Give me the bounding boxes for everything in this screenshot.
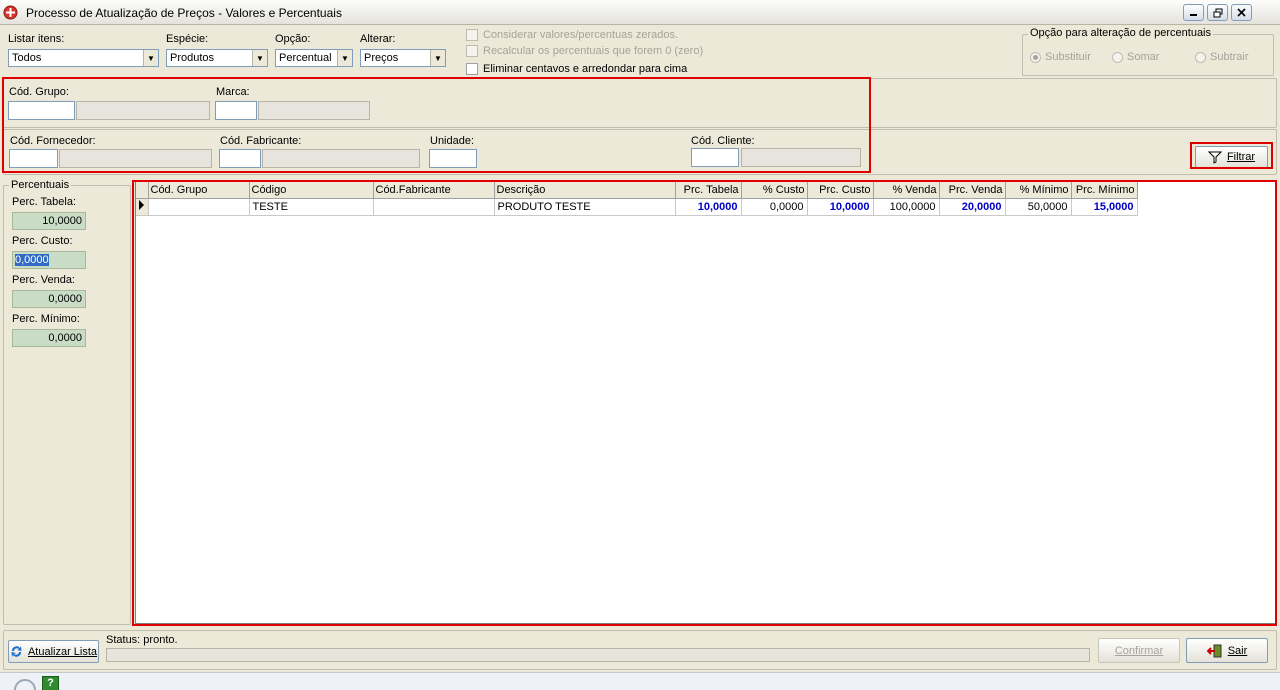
perc-venda-input[interactable]: 0,0000 — [12, 290, 86, 308]
checkbox-box — [466, 29, 478, 41]
perc-custo-value: 0,0000 — [15, 254, 49, 266]
especie-value: Produtos — [170, 52, 215, 64]
circle-icon — [14, 679, 36, 690]
radio-somar[interactable]: Somar — [1112, 51, 1159, 63]
chevron-down-icon: ▼ — [252, 50, 267, 66]
close-icon — [1237, 8, 1246, 17]
opcao-select[interactable]: Percentual ▼ — [275, 49, 353, 67]
highlight-criteria — [2, 77, 871, 173]
considerar-label: Considerar valores/percentuas zerados. — [483, 29, 679, 41]
title-bar: Processo de Atualização de Preços - Valo… — [0, 0, 1280, 25]
perc-custo-label: Perc. Custo: — [12, 235, 73, 247]
sair-label: Sair — [1227, 644, 1248, 657]
perc-venda-label: Perc. Venda: — [12, 274, 75, 286]
substituir-label: Substituir — [1045, 51, 1091, 63]
refresh-icon — [11, 646, 22, 657]
listar-select[interactable]: Todos ▼ — [8, 49, 159, 67]
perc-custo-input[interactable]: 0,0000 — [12, 251, 86, 269]
confirmar-label: Confirmar — [1114, 644, 1164, 657]
radio-selected-icon — [1030, 51, 1041, 63]
perc-minimo-input[interactable]: 0,0000 — [12, 329, 86, 347]
restore-icon — [1213, 8, 1222, 17]
minimize-button[interactable] — [1183, 4, 1204, 21]
subtrair-label: Subtrair — [1210, 51, 1249, 63]
chevron-down-icon: ▼ — [337, 50, 352, 66]
radio-subtrair[interactable]: Subtrair — [1195, 51, 1249, 63]
opcao-label: Opção: — [275, 33, 311, 45]
alterar-value: Preços — [364, 52, 399, 64]
status-text: Status: pronto. — [106, 634, 178, 646]
restore-button[interactable] — [1207, 4, 1228, 21]
especie-select[interactable]: Produtos ▼ — [166, 49, 268, 67]
listar-label: Listar itens: — [8, 33, 65, 45]
exit-door-icon — [1206, 644, 1222, 657]
sair-button[interactable]: Sair — [1186, 638, 1268, 663]
chevron-down-icon: ▼ — [430, 50, 445, 66]
taskbar-strip: ? — [0, 672, 1280, 690]
perc-minimo-label: Perc. Mínimo: — [12, 313, 80, 325]
highlight-filtrar — [1190, 142, 1273, 169]
especie-label: Espécie: — [166, 33, 209, 45]
somar-label: Somar — [1127, 51, 1160, 63]
checkbox-box — [466, 45, 478, 57]
considerar-checkbox[interactable]: Considerar valores/percentuas zerados. — [466, 29, 678, 41]
progress-bar — [106, 648, 1090, 662]
recalcular-checkbox[interactable]: Recalcular os percentuais que forem 0 (z… — [466, 45, 703, 57]
app-icon — [3, 5, 18, 20]
radio-icon — [1112, 51, 1123, 63]
minimize-icon — [1190, 14, 1197, 16]
alterar-select[interactable]: Preços ▼ — [360, 49, 446, 67]
perc-tabela-label: Perc. Tabela: — [12, 196, 77, 208]
highlight-grid — [132, 180, 1277, 626]
eliminar-label: Eliminar centavos e arredondar para cima — [483, 63, 688, 75]
checkbox-box — [466, 63, 478, 75]
listar-value: Todos — [12, 52, 42, 64]
opcao-value: Percentual — [279, 52, 332, 64]
alterar-label: Alterar: — [360, 33, 396, 45]
radio-substituir[interactable]: Substituir — [1030, 51, 1091, 63]
radio-icon — [1195, 51, 1206, 63]
confirmar-button[interactable]: Confirmar — [1098, 638, 1180, 663]
atualizar-label: Atualizar Lista — [27, 645, 98, 658]
recalcular-label: Recalcular os percentuais que forem 0 (z… — [483, 45, 704, 57]
eliminar-checkbox[interactable]: Eliminar centavos e arredondar para cima — [466, 63, 687, 75]
perc-tabela-input[interactable]: 10,0000 — [12, 212, 86, 230]
window-title: Processo de Atualização de Preços - Valo… — [26, 6, 342, 20]
chevron-down-icon: ▼ — [143, 50, 158, 66]
close-button[interactable] — [1231, 4, 1252, 21]
opcao-alteracao-title: Opção para alteração de percentuais — [1028, 27, 1214, 39]
help-icon[interactable]: ? — [42, 676, 59, 690]
percentuais-title: Percentuais — [9, 179, 72, 191]
atualizar-lista-button[interactable]: Atualizar Lista — [8, 640, 99, 663]
